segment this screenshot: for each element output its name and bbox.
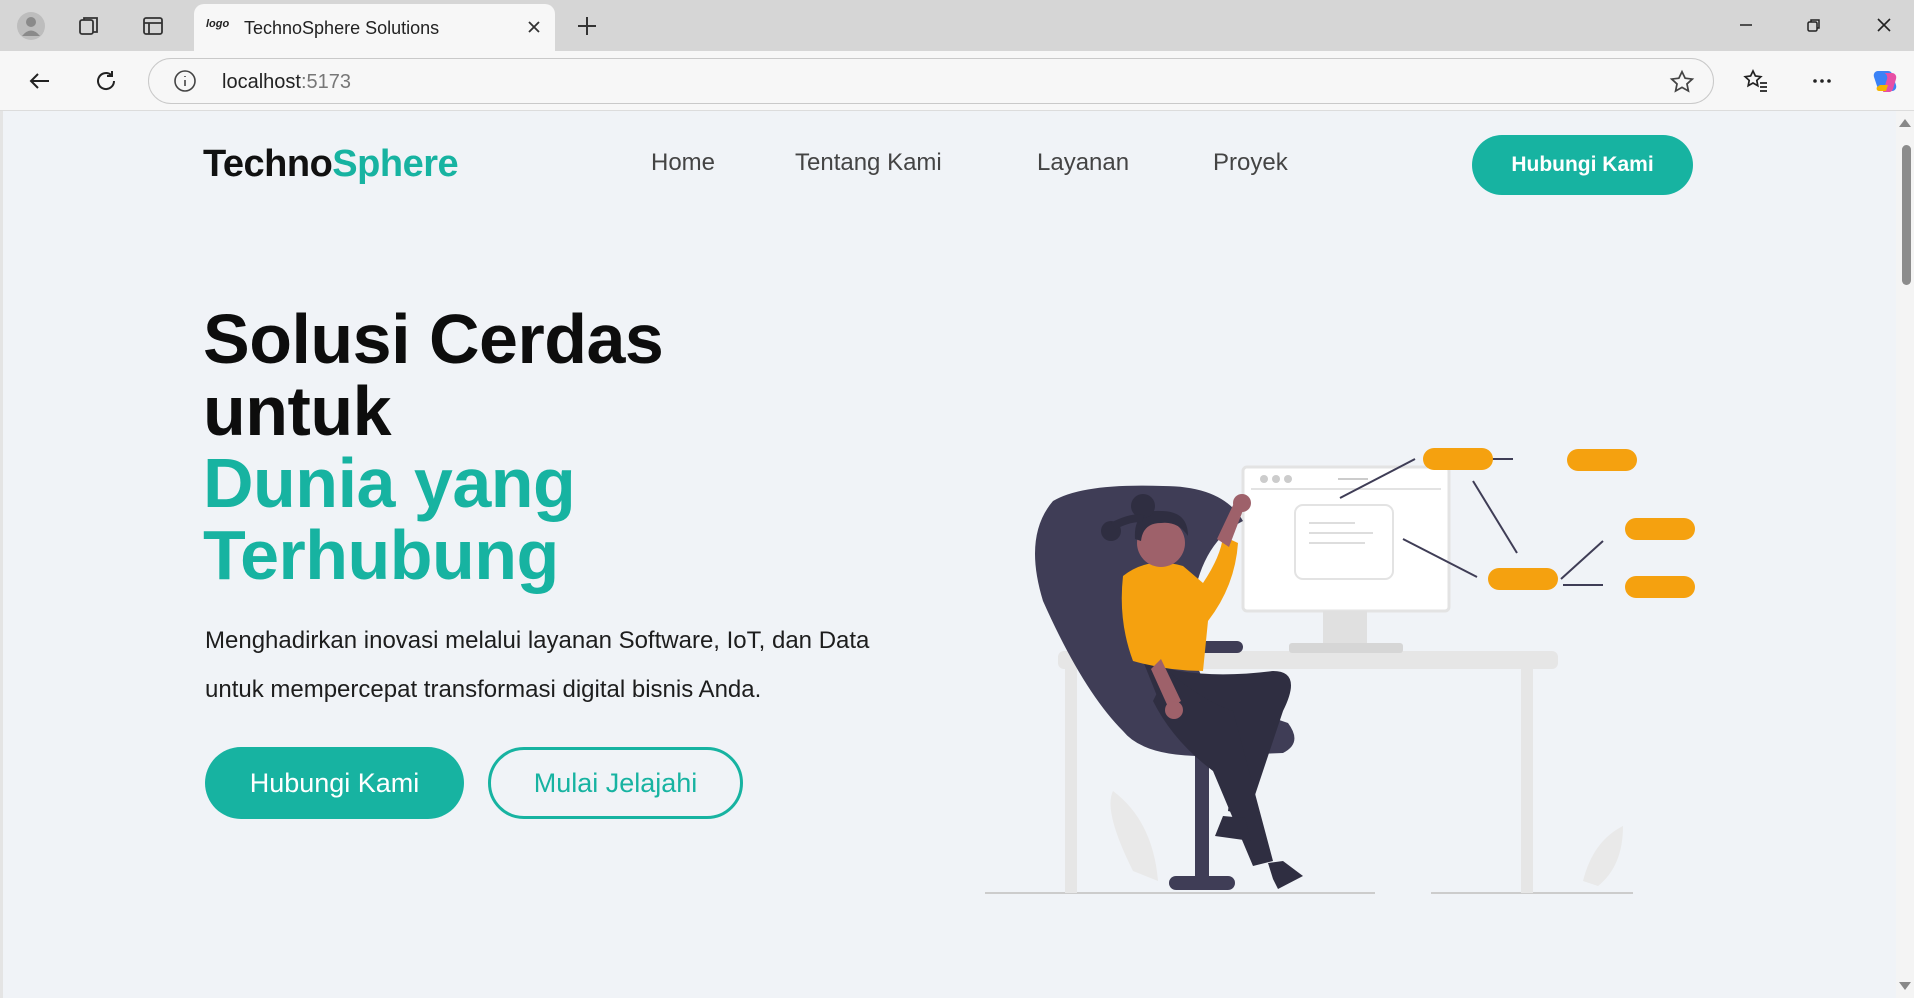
more-icon[interactable] bbox=[1804, 63, 1840, 99]
favicon: logo bbox=[206, 18, 230, 30]
favorites-icon[interactable] bbox=[1738, 63, 1774, 99]
restore-icon[interactable] bbox=[1792, 8, 1836, 42]
refresh-icon[interactable] bbox=[88, 63, 124, 99]
tab-title: TechnoSphere Solutions bbox=[244, 18, 440, 38]
hero-title: Solusi Cerdas untuk Dunia yang Terhubung bbox=[203, 300, 664, 594]
profile-icon[interactable] bbox=[14, 9, 48, 43]
minimize-icon[interactable] bbox=[1724, 8, 1768, 42]
copilot-icon[interactable] bbox=[1868, 63, 1904, 99]
browser-tab-bar: logo TechnoSphere Solutions bbox=[0, 0, 1914, 51]
nav-home[interactable]: Home bbox=[651, 149, 715, 177]
nav-proyek[interactable]: Proyek bbox=[1213, 149, 1288, 177]
contact-button-hero[interactable]: Hubungi Kami bbox=[205, 747, 464, 819]
site-logo[interactable]: TechnoSphere bbox=[203, 143, 459, 186]
url-bar[interactable]: localhost:5173 bbox=[148, 58, 1714, 104]
star-icon[interactable] bbox=[1669, 69, 1695, 100]
active-tab[interactable]: logo TechnoSphere Solutions bbox=[194, 4, 555, 51]
nav-layanan[interactable]: Layanan bbox=[1037, 149, 1129, 177]
scroll-up-icon[interactable] bbox=[1899, 119, 1911, 127]
close-icon[interactable] bbox=[523, 16, 545, 38]
url-text: localhost:5173 bbox=[222, 71, 351, 93]
workspaces-icon[interactable] bbox=[72, 9, 106, 43]
explore-button[interactable]: Mulai Jelajahi bbox=[488, 747, 743, 819]
hero-description: Menghadirkan inovasi melalui layanan Sof… bbox=[205, 627, 870, 703]
contact-button-header[interactable]: Hubungi Kami bbox=[1472, 135, 1693, 195]
page-scrollbar[interactable] bbox=[1896, 111, 1914, 998]
info-icon[interactable] bbox=[173, 69, 197, 98]
page-viewport: TechnoSphere Home Tentang Kami Layanan P… bbox=[0, 111, 1914, 998]
scroll-thumb[interactable] bbox=[1902, 145, 1911, 285]
hero-illustration bbox=[985, 448, 1695, 894]
new-tab-icon[interactable] bbox=[570, 9, 604, 43]
address-toolbar: localhost:5173 bbox=[0, 51, 1914, 111]
window-close-icon[interactable] bbox=[1862, 8, 1906, 42]
nav-tentang-kami[interactable]: Tentang Kami bbox=[795, 149, 942, 177]
back-icon[interactable] bbox=[22, 63, 58, 99]
tab-actions-icon[interactable] bbox=[136, 9, 170, 43]
scroll-down-icon[interactable] bbox=[1899, 982, 1911, 990]
